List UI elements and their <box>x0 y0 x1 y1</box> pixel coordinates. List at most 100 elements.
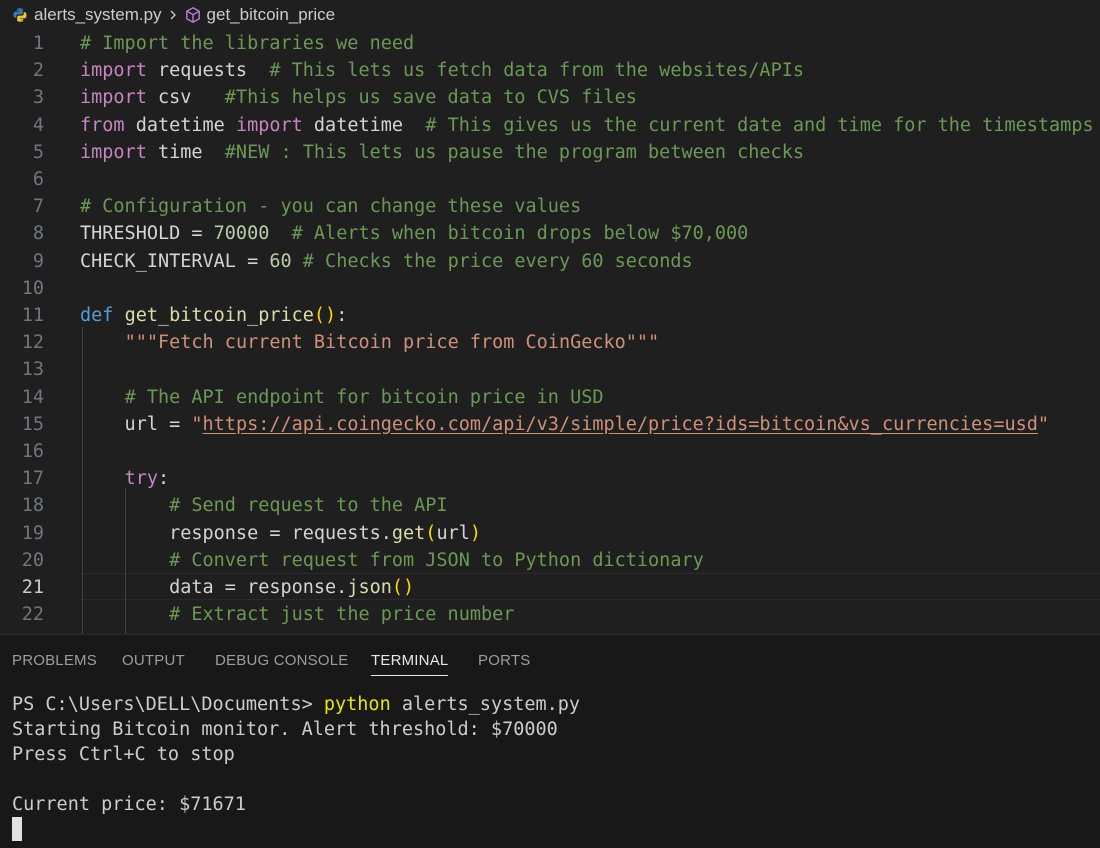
code-line[interactable]: 10 <box>0 275 1100 302</box>
code-line[interactable]: 8 THRESHOLD = 70000 # Alerts when bitcoin… <box>0 220 1100 247</box>
tab-output[interactable]: OUTPUT <box>122 652 185 669</box>
code-token: import <box>80 141 147 163</box>
line-number: 10 <box>21 277 44 299</box>
terminal-command: python <box>323 694 391 715</box>
line-number: 13 <box>21 359 44 381</box>
tab-terminal[interactable]: TERMINAL <box>371 652 449 676</box>
code-line[interactable]: 18 # Send request to the API <box>0 492 1100 519</box>
code-token: #NEW : This lets us pause the program be… <box>224 141 804 163</box>
line-code: def get_bitcoin_price(): <box>80 302 347 329</box>
code-editor[interactable]: 1 # Import the libraries we need 2 import r… <box>0 30 1100 634</box>
code-token: : <box>336 305 348 326</box>
code-line[interactable]: 15 url = "https://api.coingecko.com/api/… <box>0 411 1100 438</box>
line-code: # Send request to the API <box>80 492 447 519</box>
code-token: from <box>80 114 125 136</box>
code-line[interactable]: 5 import time #NEW : This lets us pause t… <box>0 139 1100 166</box>
code-line[interactable]: 6 <box>0 166 1100 193</box>
tab-problems[interactable]: PROBLEMS <box>12 652 97 669</box>
code-line[interactable]: 13 <box>0 356 1100 383</box>
code-token: " <box>1037 413 1050 435</box>
line-code: CHECK_INTERVAL = 60 # Checks the price e… <box>80 248 693 275</box>
code-token: get_bitcoin_price <box>124 305 314 326</box>
breadcrumb-symbol[interactable]: get_bitcoin_price <box>184 5 335 25</box>
line-code: import time #NEW : This lets us pause th… <box>80 139 804 166</box>
code-line[interactable]: 20 # Convert request from JSON to Python… <box>0 547 1100 574</box>
line-number: 3 <box>32 87 44 109</box>
code-token: requests <box>146 60 270 82</box>
tab-ports[interactable]: PORTS <box>478 652 530 669</box>
code-token: # This lets us fetch data from the websi… <box>269 60 804 82</box>
code-token: 70000 <box>213 223 270 245</box>
line-code: # Configuration - you can change these v… <box>80 193 581 220</box>
code-token: # The API endpoint for bitcoin price in … <box>124 386 604 408</box>
code-token: : <box>157 468 170 490</box>
code-line[interactable]: 11 def get_bitcoin_price(): <box>0 302 1100 329</box>
code-token: CHECK_INTERVAL = <box>80 250 270 272</box>
code-token: #This helps us save data to CVS files <box>224 87 637 109</box>
line-number: 5 <box>32 141 44 163</box>
terminal-args: alerts_system.py <box>390 694 581 715</box>
code-token: () <box>391 577 415 598</box>
terminal-command-line: PS C:\Users\DELL\Documents> python alert… <box>12 692 580 717</box>
line-code: # Convert request from JSON to Python di… <box>80 547 704 574</box>
code-token: datetime <box>124 114 236 136</box>
line-code: from datetime import datetime # This giv… <box>80 112 1094 139</box>
chevron-right-icon <box>166 8 180 22</box>
code-token: THRESHOLD = <box>80 223 214 245</box>
code-token: get <box>391 522 426 544</box>
line-number: 20 <box>21 549 44 571</box>
code-token: https://api.coingecko.com/api/v3/simple/… <box>202 413 1038 435</box>
code-line[interactable]: 22 # Extract just the price number <box>0 601 1100 628</box>
code-token: import <box>80 60 147 82</box>
code-line[interactable]: 17 try: <box>0 465 1100 492</box>
breadcrumb-file-label: alerts_system.py <box>34 5 162 24</box>
code-line[interactable]: 14 # The API endpoint for bitcoin price … <box>0 384 1100 411</box>
line-number: 1 <box>32 33 44 54</box>
code-token: def <box>80 305 114 326</box>
code-line[interactable]: 16 <box>0 438 1100 465</box>
code-line[interactable]: 3 import csv #This helps us save data to … <box>0 84 1100 111</box>
line-number: 18 <box>21 495 44 517</box>
code-line[interactable]: 19 response = requests.get(url) <box>0 520 1100 547</box>
tab-debug-console[interactable]: DEBUG CONSOLE <box>215 652 348 669</box>
line-number: 19 <box>21 522 44 544</box>
line-code: # The API endpoint for bitcoin price in … <box>80 384 604 411</box>
line-number: 6 <box>32 169 44 190</box>
code-line[interactable]: 1 # Import the libraries we need <box>0 30 1100 57</box>
breadcrumb: alerts_system.py get_bitcoin_price <box>0 0 1100 30</box>
terminal-cursor <box>12 817 22 841</box>
line-number: 12 <box>21 332 44 354</box>
code-token: json <box>347 577 392 598</box>
panel-tabs: PROBLEMS OUTPUT DEBUG CONSOLE TERMINAL P… <box>0 635 1100 685</box>
line-code: # Extract just the price number <box>80 601 514 628</box>
code-token: csv <box>146 87 225 109</box>
code-token: # This gives us the current date and tim… <box>425 114 1094 136</box>
code-token: ) <box>469 522 481 544</box>
code-line[interactable]: 12 """Fetch current Bitcoin price from C… <box>0 329 1100 356</box>
code-token: datetime <box>302 114 426 136</box>
terminal-output-line: Press Ctrl+C to stop <box>12 744 235 765</box>
code-line[interactable]: 4 from datetime import datetime # This gi… <box>0 112 1100 139</box>
terminal-output-line: Current price: $71671 <box>12 794 246 815</box>
code-line[interactable]: 21 data = response.json() <box>0 574 1100 601</box>
code-line[interactable]: 2 import requests # This lets us fetch da… <box>0 57 1100 84</box>
code-token: url <box>436 522 470 544</box>
breadcrumb-file[interactable]: alerts_system.py <box>12 5 162 25</box>
bottom-panel: PROBLEMS OUTPUT DEBUG CONSOLE TERMINAL P… <box>0 634 1100 848</box>
code-token: " <box>191 413 203 435</box>
code-token: # Import the libraries we need <box>80 33 415 54</box>
line-number: 4 <box>32 114 44 136</box>
code-line[interactable]: 9 CHECK_INTERVAL = 60 # Checks the price … <box>0 248 1100 275</box>
code-token: import <box>80 87 147 109</box>
terminal-output-line: Starting Bitcoin monitor. Alert threshol… <box>12 719 558 740</box>
terminal-prompt: PS C:\Users\DELL\Documents> <box>12 694 324 715</box>
code-line[interactable]: 7 # Configuration - you can change these … <box>0 193 1100 220</box>
line-number: 17 <box>21 468 44 490</box>
line-number: 2 <box>32 60 44 82</box>
